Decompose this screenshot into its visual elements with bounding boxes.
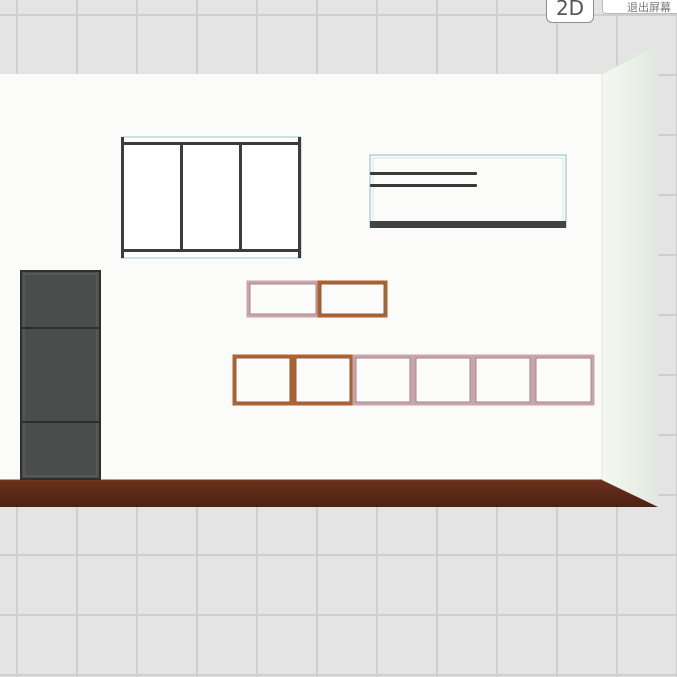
side-wall	[601, 44, 659, 507]
view-2d-button[interactable]: 2D	[546, 0, 594, 23]
room-floor	[0, 480, 658, 507]
room-3d-viewport[interactable]	[0, 0, 677, 677]
wall-cabinet-three-door[interactable]	[121, 136, 302, 259]
tall-cabinet[interactable]	[20, 270, 101, 480]
exit-fullscreen-button[interactable]: 退出屏幕	[602, 0, 677, 14]
